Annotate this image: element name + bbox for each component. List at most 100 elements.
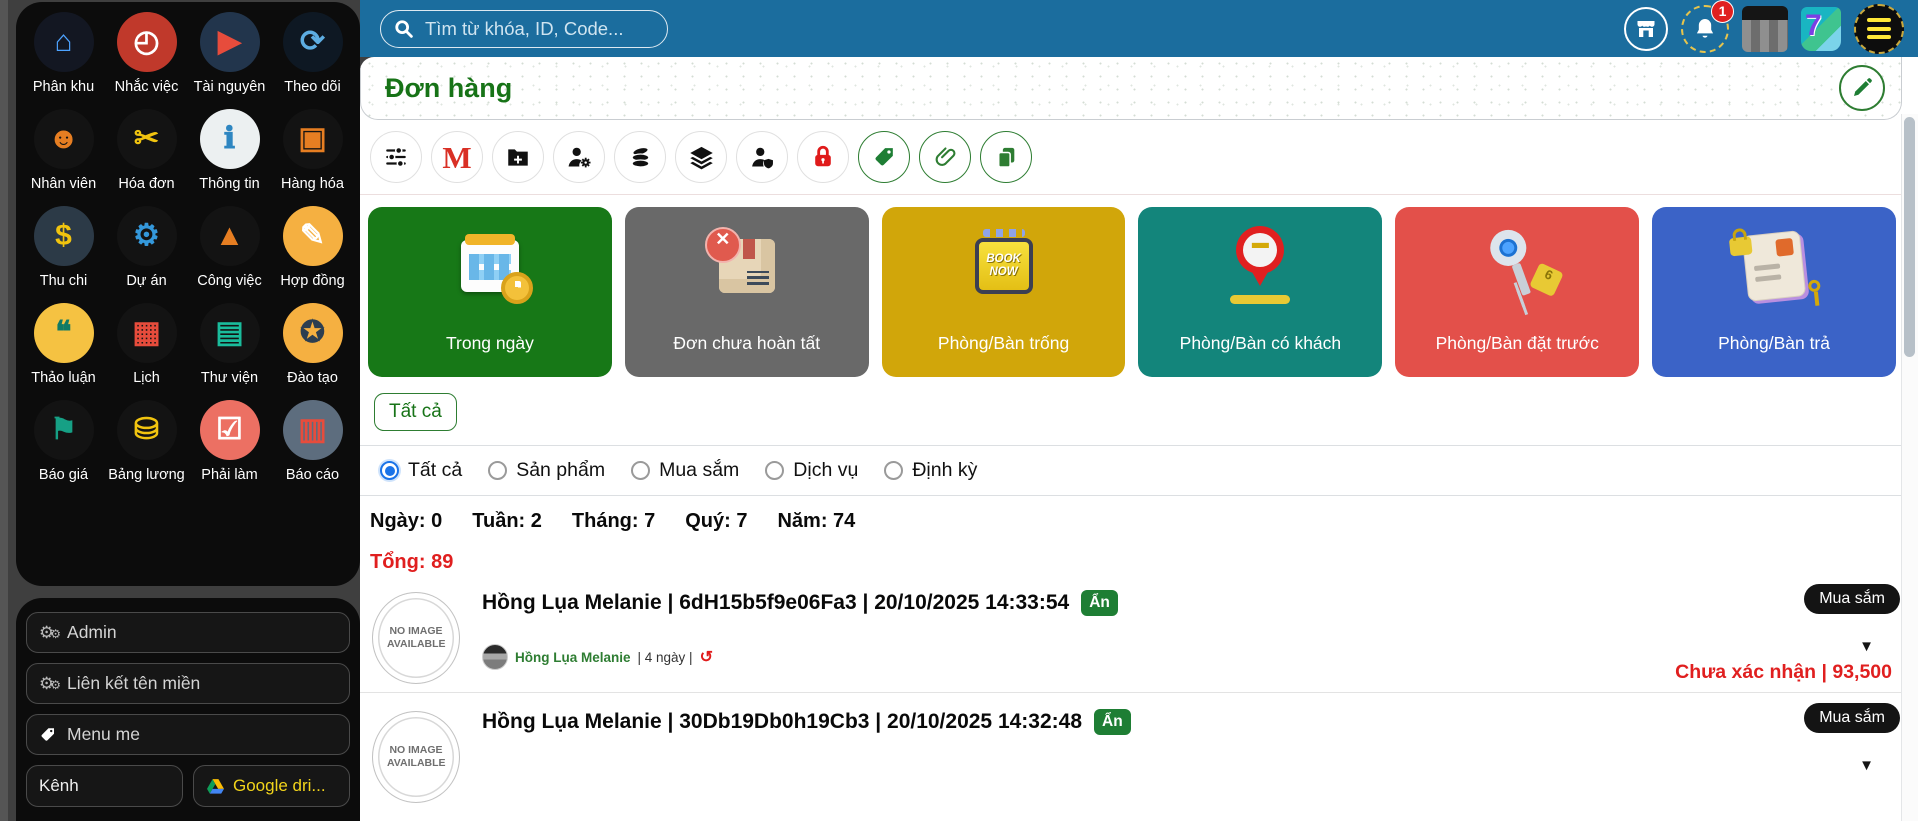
sidebar-item-phai-lam[interactable]: ☑Phải làm xyxy=(188,400,271,483)
idea-gear-icon: ⚙ xyxy=(117,206,177,266)
app-label: Lịch xyxy=(133,370,160,386)
google-drive-icon xyxy=(206,778,225,795)
sidebar-item-thu-chi[interactable]: $Thu chi xyxy=(22,206,105,289)
app-label: Phải làm xyxy=(201,467,257,483)
chevron-down-icon[interactable]: ▼ xyxy=(1859,638,1874,655)
scrollbar-thumb[interactable] xyxy=(1904,117,1915,357)
calendar-clock-icon xyxy=(450,223,530,309)
sidebar-item-bang-luong[interactable]: ⛁Bảng lương xyxy=(105,400,188,483)
sidebar-item-nhac-viec[interactable]: ◴Nhắc việc xyxy=(105,12,188,95)
no-image-text: NO IMAGE AVAILABLE xyxy=(387,744,445,770)
radio-dich-vu[interactable]: Dịch vụ xyxy=(765,459,858,482)
order-body: Hồng Lụa Melanie | 6dH15b5f9e06Fa3 | 20/… xyxy=(482,590,1768,670)
sliders-icon[interactable] xyxy=(370,131,422,183)
sidebar-item-bao-gia[interactable]: ⚑Báo giá xyxy=(22,400,105,483)
edit-button[interactable] xyxy=(1839,65,1885,111)
paperclip-icon[interactable] xyxy=(919,131,971,183)
link-label: Menu me xyxy=(67,724,140,745)
order-row[interactable]: NO IMAGE AVAILABLE Hồng Lụa Melanie | 6d… xyxy=(360,574,1918,692)
contract-icon: ✎ xyxy=(283,206,343,266)
no-image-text: NO IMAGE AVAILABLE xyxy=(387,625,445,651)
coins-icon[interactable] xyxy=(614,131,666,183)
radio-san-pham[interactable]: Sản phẩm xyxy=(488,459,605,482)
gmail-m-letter: M xyxy=(442,142,471,173)
chevron-down-icon[interactable]: ▼ xyxy=(1859,757,1874,774)
quick-button-phong-ban-dat-truoc[interactable]: 6 Phòng/Bàn đặt trước xyxy=(1395,207,1639,377)
apps-bag-button[interactable]: 7 xyxy=(1801,7,1841,51)
quick-button-phong-ban-co-khach[interactable]: ▬ Phòng/Bàn có khách xyxy=(1138,207,1382,377)
topbar-actions: 1 7 xyxy=(1624,4,1904,54)
app-label: Thư viện xyxy=(201,370,258,386)
stat-nam: Năm: 74 xyxy=(777,510,855,533)
sidebar-item-thong-tin[interactable]: ℹThông tin xyxy=(188,109,271,192)
search-box[interactable] xyxy=(380,10,668,48)
staff-icon: ☻ xyxy=(34,109,94,169)
quick-button-don-chua-hoan-tat[interactable]: ✕ Đơn chưa hoàn tất xyxy=(625,207,869,377)
search-input[interactable] xyxy=(423,17,670,41)
sidebar-item-hop-dong[interactable]: ✎Hợp đồng xyxy=(271,206,354,289)
lock-icon[interactable] xyxy=(797,131,849,183)
quick-button-phong-ban-trong[interactable]: BOOK NOW Phòng/Bàn trống xyxy=(882,207,1126,377)
sidebar-item-thao-luan[interactable]: ❝Thảo luận xyxy=(22,303,105,386)
channel-button[interactable]: Kênh xyxy=(26,765,183,807)
quick-button-trong-ngay[interactable]: Trong ngày xyxy=(368,207,612,377)
radio-label: Mua sắm xyxy=(659,459,739,482)
book-now-text: BOOK NOW xyxy=(982,253,1026,279)
order-title: Hồng Lụa Melanie | 30Db19Db0h19Cb3 | 20/… xyxy=(482,710,1082,734)
app-grid: ⌂Phân khu ◴Nhắc việc ▶Tài nguyên ⟳Theo d… xyxy=(22,12,354,483)
sidebar-item-menu-me[interactable]: Menu me xyxy=(26,714,350,755)
box-lines xyxy=(747,271,769,285)
user-avatar[interactable] xyxy=(1742,6,1788,52)
filter-chip-tat-ca[interactable]: Tất cả xyxy=(374,393,457,431)
left-scrollbar[interactable] xyxy=(0,0,8,821)
chip-row: Tất cả xyxy=(360,377,1918,446)
title-strip: Đơn hàng xyxy=(360,57,1902,120)
google-drive-button[interactable]: Google dri... xyxy=(193,765,350,807)
sidebar-item-cong-viec[interactable]: ▲Công việc xyxy=(188,206,271,289)
sidebar-item-lich[interactable]: ▦Lịch xyxy=(105,303,188,386)
key-tag: 6 xyxy=(1529,262,1564,297)
store-button[interactable] xyxy=(1624,7,1668,51)
radio-label: Định kỳ xyxy=(912,459,977,482)
sidebar-item-hang-hoa[interactable]: ▣Hàng hóa xyxy=(271,109,354,192)
radio-label: Tất cả xyxy=(408,459,462,482)
sidebar-links-panel: ⚙⚙Admin ⚙⚙Liên kết tên miền Menu me Kênh… xyxy=(16,598,360,821)
map-pin-bed-icon: ▬ xyxy=(1220,223,1300,309)
sidebar-item-admin[interactable]: ⚙⚙Admin xyxy=(26,612,350,653)
sidebar-item-phan-khu[interactable]: ⌂Phân khu xyxy=(22,12,105,95)
gmail-icon[interactable]: M xyxy=(431,131,483,183)
sidebar-item-hoa-don[interactable]: ✂Hóa đơn xyxy=(105,109,188,192)
author-link[interactable]: Hồng Lụa Melanie xyxy=(515,650,631,665)
sidebar-item-du-an[interactable]: ⚙Dự án xyxy=(105,206,188,289)
lock-shape xyxy=(1729,236,1753,256)
key-tag-icon: 6 xyxy=(1477,223,1557,309)
sidebar-item-domain-link[interactable]: ⚙⚙Liên kết tên miền xyxy=(26,663,350,704)
key-stem xyxy=(1512,263,1531,296)
toolbar: M xyxy=(360,120,1918,195)
app-label: Nhân viên xyxy=(31,176,96,192)
sidebar-item-tai-nguyen[interactable]: ▶Tài nguyên xyxy=(188,12,271,95)
quick-button-phong-ban-tra[interactable]: Phòng/Bàn trả xyxy=(1652,207,1896,377)
topbar: 1 7 xyxy=(360,0,1918,57)
sidebar-item-nhan-vien[interactable]: ☻ Nhân viên xyxy=(22,109,105,192)
note-line xyxy=(1754,263,1780,271)
radio-mua-sam[interactable]: Mua sắm xyxy=(631,459,739,482)
order-row[interactable]: NO IMAGE AVAILABLE Hồng Lụa Melanie | 30… xyxy=(360,692,1918,810)
user-shield-icon[interactable] xyxy=(736,131,788,183)
user-gear-icon[interactable] xyxy=(553,131,605,183)
radio-dinh-ky[interactable]: Định kỳ xyxy=(884,459,977,482)
copy-icon[interactable] xyxy=(980,131,1032,183)
radio-tat-ca[interactable]: Tất cả xyxy=(380,459,462,482)
hamburger-menu-button[interactable] xyxy=(1854,4,1904,54)
layers-icon[interactable] xyxy=(675,131,727,183)
tag-icon[interactable] xyxy=(858,131,910,183)
sidebar-item-dao-tao[interactable]: ✪Đào tạo xyxy=(271,303,354,386)
radio-dot xyxy=(488,461,507,480)
sidebar-item-bao-cao[interactable]: ▥Báo cáo xyxy=(271,400,354,483)
cancel-x: ✕ xyxy=(705,227,741,263)
content-scrollbar[interactable] xyxy=(1901,114,1918,821)
folder-plus-icon[interactable] xyxy=(492,131,544,183)
sidebar-item-theo-doi[interactable]: ⟳Theo dõi xyxy=(271,12,354,95)
sidebar-item-thu-vien[interactable]: ▤Thư viện xyxy=(188,303,271,386)
search-icon xyxy=(393,18,414,39)
